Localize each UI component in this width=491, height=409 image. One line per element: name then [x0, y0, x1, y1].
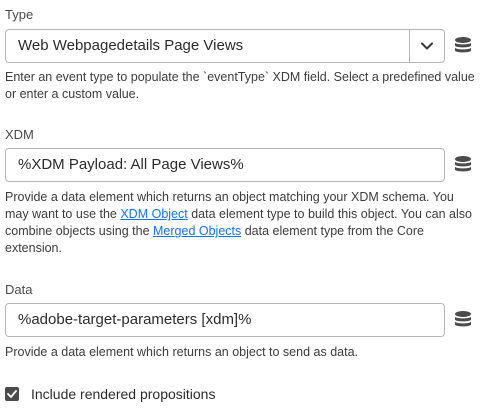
- include-propositions-row[interactable]: Include rendered propositions: [5, 386, 215, 402]
- database-icon[interactable]: [452, 35, 474, 57]
- data-help-text: Provide a data element which returns an …: [5, 345, 358, 359]
- type-input[interactable]: Web Webpagedetails Page Views: [6, 30, 409, 62]
- xdm-input[interactable]: %XDM Payload: All Page Views%: [5, 148, 445, 182]
- data-label: Data: [5, 282, 33, 297]
- chevron-down-icon: [421, 42, 433, 50]
- data-input[interactable]: %adobe-target-parameters [xdm]%: [5, 303, 445, 337]
- type-label: Type: [5, 7, 34, 22]
- xdm-object-link[interactable]: XDM Object: [120, 207, 187, 221]
- merged-objects-link[interactable]: Merged Objects: [153, 224, 241, 238]
- database-icon[interactable]: [452, 309, 474, 331]
- type-combobox[interactable]: Web Webpagedetails Page Views: [5, 29, 445, 63]
- type-dropdown-button[interactable]: [409, 30, 444, 62]
- database-icon[interactable]: [452, 154, 474, 176]
- xdm-help-text: Provide a data element which returns an …: [5, 189, 475, 257]
- xdm-label: XDM: [5, 127, 34, 142]
- type-help-text: Enter an event type to populate the `eve…: [5, 70, 475, 101]
- include-propositions-checkbox[interactable]: [5, 387, 19, 401]
- checkmark-icon: [7, 390, 17, 398]
- include-propositions-label[interactable]: Include rendered propositions: [31, 386, 215, 402]
